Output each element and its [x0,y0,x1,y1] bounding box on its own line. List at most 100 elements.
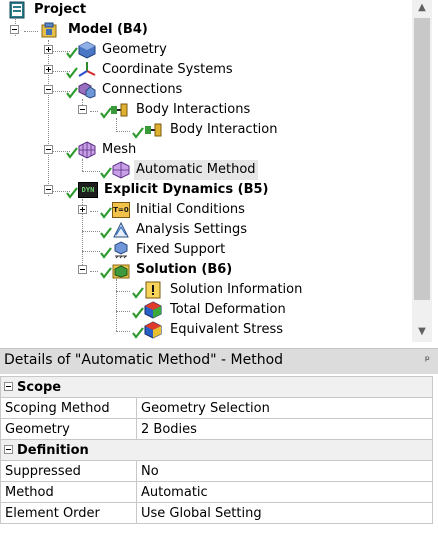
tree-node-body-interactions[interactable]: Body Interactions [0,100,400,120]
check-icon [100,267,112,279]
collapse-toggle[interactable] [78,105,87,114]
check-icon [100,227,112,239]
tree-node-explicit-dynamics[interactable]: DYN Explicit Dynamics (B5) [0,180,400,200]
tree-node-label: Model (B4) [68,22,148,37]
tree-node-label: Automatic Method [134,160,258,180]
collapse-toggle[interactable] [78,265,87,274]
tree-node-connections[interactable]: Connections [0,80,400,100]
tree-node-geometry[interactable]: Geometry [0,40,400,60]
scroll-down-arrow-icon[interactable]: ▼ [412,324,432,340]
expand-toggle[interactable] [78,205,87,214]
collapse-toggle[interactable] [44,145,53,154]
tree-node-label: Explicit Dynamics (B5) [104,182,269,197]
automatic-method-icon [112,161,130,179]
section-label: Scope [17,379,62,395]
collapse-toggle[interactable] [4,381,13,391]
check-icon [66,147,78,159]
coordinate-systems-icon [78,62,96,77]
tree-node-equivalent-stress[interactable]: Equivalent Stress [0,320,400,340]
property-label: Method [0,481,137,503]
tree-node-model[interactable]: Model (B4) [0,20,400,40]
tree-node-automatic-method[interactable]: Automatic Method [0,160,400,180]
solution-icon [112,264,130,279]
property-label: Element Order [0,502,137,524]
check-icon [66,87,78,99]
expand-toggle[interactable] [44,65,53,74]
check-icon [100,247,112,259]
details-grid: Scope Scoping Method Geometry Selection … [0,376,433,524]
check-icon [132,307,144,319]
outline-tree: Project Model (B4) Geometry Coordinate S… [0,0,438,346]
solution-information-icon [145,281,161,299]
tree-node-label: Geometry [102,42,167,57]
tree-node-label: Analysis Settings [136,222,248,237]
section-label: Definition [17,442,89,458]
collapse-toggle[interactable] [44,85,53,94]
property-row[interactable]: Geometry 2 Bodies [0,418,433,440]
tree-node-solution[interactable]: Solution (B6) [0,260,400,280]
details-header: Details of "Automatic Method" - Method ᵖ [0,348,438,374]
initial-conditions-icon: T=0 [112,202,130,218]
expand-toggle[interactable] [44,45,53,54]
property-value[interactable]: Use Global Setting [136,502,433,524]
details-title: Details of "Automatic Method" - Method [4,352,284,368]
tree-node-solution-information[interactable]: Solution Information [0,280,400,300]
collapse-toggle[interactable] [10,25,19,34]
geometry-icon [78,41,96,59]
connections-icon [78,82,96,99]
property-value[interactable]: Geometry Selection [136,397,433,419]
property-row[interactable]: Method Automatic [0,481,433,503]
check-icon [66,47,78,59]
tree-node-label: Fixed Support [136,242,226,257]
analysis-settings-icon [113,221,129,238]
scroll-up-arrow-icon[interactable]: ▲ [412,0,432,16]
section-scope[interactable]: Scope [0,376,433,398]
tree-node-label: Coordinate Systems [102,62,233,77]
fixed-support-icon [114,241,128,259]
check-icon [132,287,144,299]
equivalent-stress-icon [144,321,162,339]
explicit-dynamics-icon: DYN [78,182,98,198]
collapse-toggle[interactable] [4,444,13,454]
total-deformation-icon [144,301,162,319]
tree-node-analysis-settings[interactable]: Analysis Settings [0,220,400,240]
tree-node-label: Total Deformation [170,302,286,317]
tree-node-coordinate-systems[interactable]: Coordinate Systems [0,60,400,80]
section-definition[interactable]: Definition [0,439,433,461]
tree-node-label: Equivalent Stress [170,322,284,337]
tree-node-mesh[interactable]: Mesh [0,140,400,160]
tree-node-label: Body Interactions [136,102,251,117]
tree-node-initial-conditions[interactable]: T=0 Initial Conditions [0,200,400,220]
body-interactions-icon [111,103,128,117]
tree-node-total-deformation[interactable]: Total Deformation [0,300,400,320]
property-label: Scoping Method [0,397,137,419]
tree-node-label: Solution (B6) [136,262,233,277]
check-icon [132,327,144,339]
property-value[interactable]: No [136,460,433,482]
tree-node-label: Body Interaction [170,122,278,137]
check-icon [66,187,78,199]
tree-node-label: Project [34,2,87,17]
tree-node-label: Connections [102,82,183,97]
property-row[interactable]: Scoping Method Geometry Selection [0,397,433,419]
check-icon [100,207,112,219]
tree-node-body-interaction[interactable]: Body Interaction [0,120,400,140]
mesh-icon [78,141,96,159]
property-value[interactable]: Automatic [136,481,433,503]
property-row[interactable]: Element Order Use Global Setting [0,502,433,524]
property-row[interactable]: Suppressed No [0,460,433,482]
body-interaction-icon [145,123,162,137]
check-icon [66,67,78,79]
tree-node-project[interactable]: Project [0,0,400,20]
tree-node-fixed-support[interactable]: Fixed Support [0,240,400,260]
tree-scrollbar[interactable]: ▲ ▼ [412,0,432,342]
tree-node-label: Solution Information [170,282,303,297]
property-value[interactable]: 2 Bodies [136,418,433,440]
tree-node-label: Mesh [102,142,137,157]
scrollbar-thumb[interactable] [414,18,430,300]
model-icon [41,22,57,38]
pin-icon[interactable]: ᵖ [425,353,430,367]
collapse-toggle[interactable] [44,185,53,194]
property-label: Geometry [0,418,137,440]
project-icon [9,1,25,19]
